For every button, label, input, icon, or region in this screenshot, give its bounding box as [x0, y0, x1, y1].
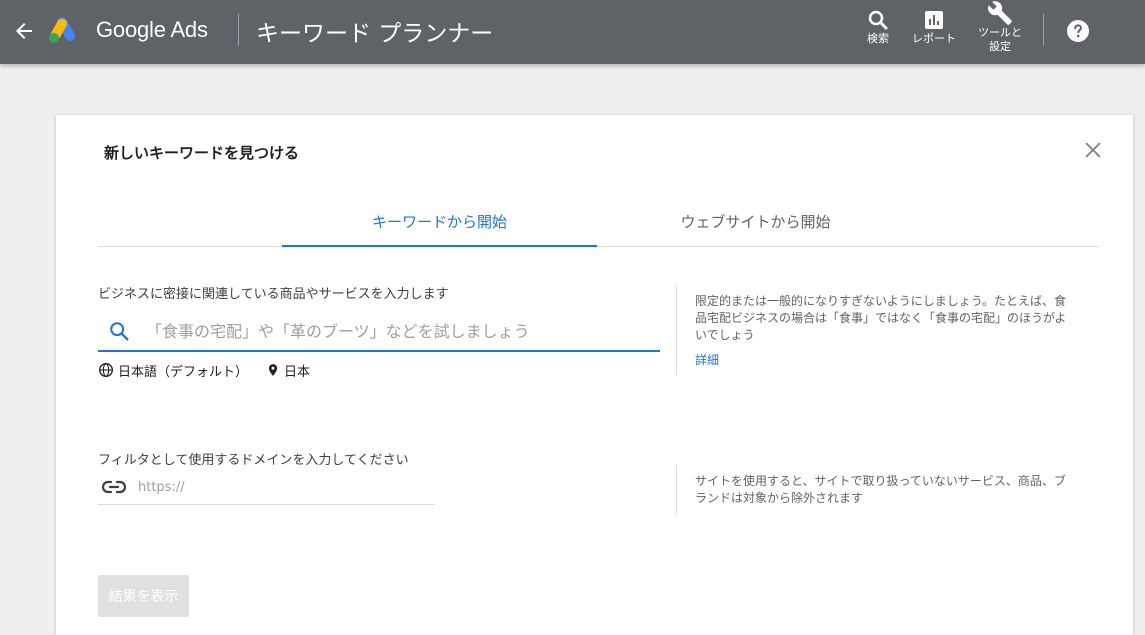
link-icon	[102, 480, 126, 494]
search-tool-label: 検索	[867, 32, 889, 45]
show-results-button[interactable]: 結果を表示	[98, 575, 189, 617]
domain-field	[98, 473, 435, 505]
tools-label-line2: 設定	[989, 40, 1011, 53]
report-tool-button[interactable]: レポート	[908, 8, 960, 46]
header-divider-right	[1043, 14, 1044, 46]
keyword-input-label: ビジネスに密接に関連している商品やサービスを入力します	[98, 287, 449, 302]
location-selector[interactable]: 日本	[266, 361, 310, 380]
page-title: キーワード プランナー	[256, 21, 494, 47]
tab-bar: キーワードから開始 ウェブサイトから開始	[98, 207, 1098, 247]
close-icon[interactable]	[1082, 139, 1104, 161]
search-icon	[110, 322, 129, 341]
domain-input-label: フィルタとして使用するドメインを入力してください	[98, 453, 409, 468]
search-tool-button[interactable]: 検索	[862, 8, 894, 46]
report-tool-label: レポート	[912, 32, 956, 45]
language-selector[interactable]: 日本語（デフォルト）	[98, 361, 248, 380]
tools-settings-button[interactable]: ツールと 設定	[974, 0, 1026, 54]
location-pin-icon	[268, 364, 278, 376]
google-ads-logo	[49, 17, 75, 43]
domain-input[interactable]	[138, 475, 428, 499]
tab-start-with-keywords[interactable]: キーワードから開始	[282, 207, 597, 247]
keyword-hint-text: 限定的または一般的になりすぎないようにしましょう。たとえば、食品宅配ビジネスの場…	[695, 294, 1067, 342]
wrench-icon	[988, 1, 1012, 25]
top-app-bar: Google Ads キーワード プランナー 検索 レポート ツールと 設定	[0, 0, 1145, 64]
tools-label-line1: ツールと	[978, 26, 1022, 39]
header-divider	[238, 14, 239, 46]
help-icon[interactable]	[1066, 19, 1090, 43]
keyword-dialog: 新しいキーワードを見つける キーワードから開始 ウェブサイトから開始 ビジネスに…	[56, 115, 1133, 635]
keyword-search-field	[98, 312, 660, 352]
targeting-row: 日本語（デフォルト） 日本	[98, 360, 328, 380]
keyword-input[interactable]	[146, 316, 646, 346]
back-arrow-icon[interactable]	[12, 19, 36, 43]
details-link[interactable]: 詳細	[695, 351, 719, 368]
language-label: 日本語（デフォルト）	[118, 364, 249, 380]
domain-hint-text: サイトを使用すると、サイトで取り扱っていないサービス、商品、ブランドは対象から除…	[695, 474, 1066, 505]
bar-chart-icon	[925, 11, 943, 29]
search-icon	[868, 10, 888, 30]
brand-name: Google Ads	[96, 17, 208, 42]
dialog-title: 新しいキーワードを見つける	[104, 144, 300, 162]
globe-icon	[99, 363, 113, 377]
tab-start-with-website[interactable]: ウェブサイトから開始	[598, 207, 913, 247]
location-label: 日本	[284, 364, 311, 380]
keyword-hint-divider	[676, 285, 677, 375]
domain-hint-divider	[676, 465, 677, 515]
